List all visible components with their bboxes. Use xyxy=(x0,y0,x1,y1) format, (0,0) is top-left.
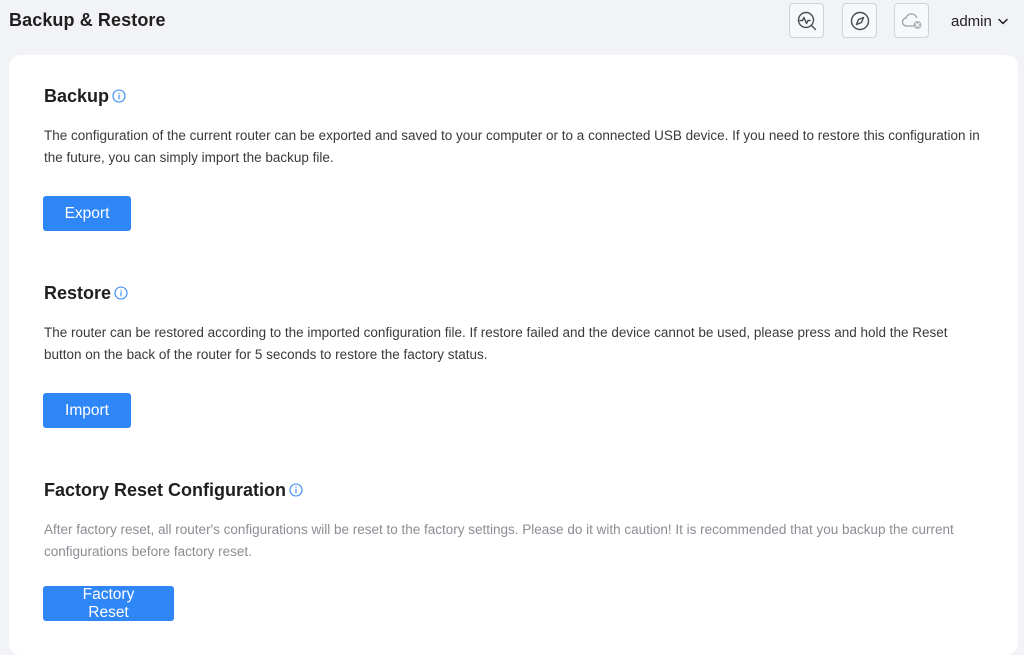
restore-description: The router can be restored according to … xyxy=(44,325,948,362)
backup-title-row: Backup xyxy=(44,84,994,108)
cloud-disconnected-icon xyxy=(901,12,921,29)
info-icon[interactable] xyxy=(114,286,128,300)
restore-section: Restore The router can be restored accor… xyxy=(44,281,994,366)
export-button[interactable]: Export xyxy=(43,196,131,231)
top-bar: Backup & Restore admin xyxy=(0,0,1024,44)
info-icon[interactable] xyxy=(289,483,303,497)
page-title: Backup & Restore xyxy=(9,10,166,30)
compass-icon xyxy=(850,11,869,30)
compass-button[interactable] xyxy=(842,3,877,38)
factory-reset-title: Factory Reset Configuration xyxy=(44,479,287,500)
backup-title: Backup xyxy=(44,85,110,106)
factory-reset-section: Factory Reset Configuration After factor… xyxy=(44,478,994,563)
user-menu[interactable]: admin xyxy=(951,11,1008,31)
restore-title: Restore xyxy=(44,282,112,303)
backup-section: Backup The configuration of the current … xyxy=(44,84,994,169)
import-button[interactable]: Import xyxy=(43,393,131,428)
backup-description: The configuration of the current router … xyxy=(44,128,980,165)
diagnostics-icon xyxy=(797,11,816,30)
factory-reset-button[interactable]: Factory Reset xyxy=(43,586,174,621)
restore-title-row: Restore xyxy=(44,281,994,305)
chevron-down-icon xyxy=(998,18,1008,24)
info-icon[interactable] xyxy=(112,89,126,103)
factory-reset-description: After factory reset, all router's config… xyxy=(44,522,954,559)
cloud-status-button[interactable] xyxy=(894,3,929,38)
content-card: Backup The configuration of the current … xyxy=(9,55,1018,655)
username: admin xyxy=(951,12,992,30)
factory-reset-title-row: Factory Reset Configuration xyxy=(44,478,994,502)
diagnostics-button[interactable] xyxy=(789,3,824,38)
